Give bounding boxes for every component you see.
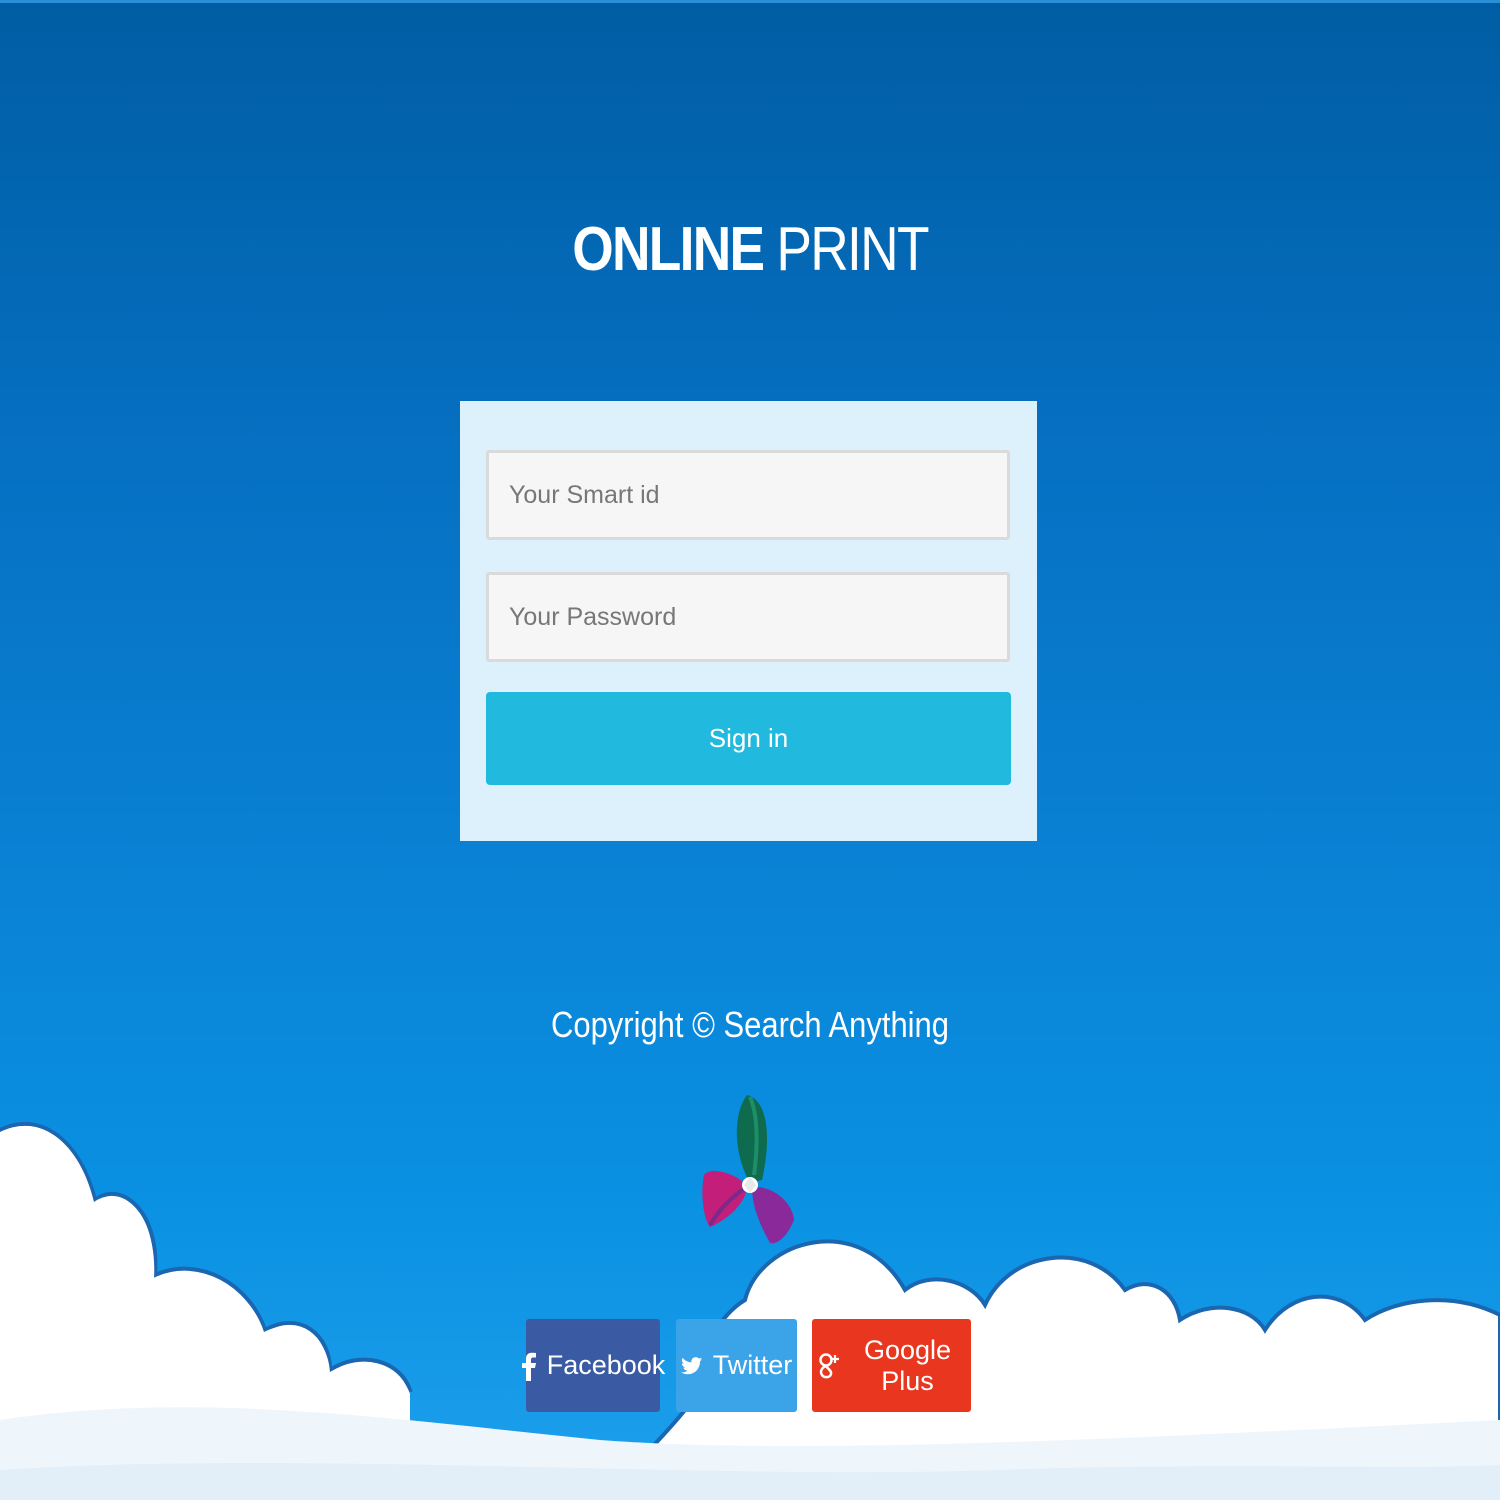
copyright-text: Copyright © Search Anything xyxy=(551,1004,949,1045)
smart-id-input[interactable] xyxy=(486,450,1010,540)
app-title-bold: ONLINE xyxy=(572,215,765,284)
google-plus-label: Google Plus xyxy=(863,1334,952,1396)
facebook-icon xyxy=(521,1351,537,1381)
facebook-label: Facebook xyxy=(546,1350,666,1380)
login-card: Sign in xyxy=(460,401,1037,841)
app-title-light: PRINT xyxy=(776,215,929,284)
twitter-label: Twitter xyxy=(712,1350,793,1380)
sign-in-button[interactable]: Sign in xyxy=(486,692,1011,785)
app-title: ONLINE PRINT xyxy=(105,212,1395,288)
pinwheel-logo-icon xyxy=(702,1095,794,1244)
twitter-icon xyxy=(680,1356,703,1376)
twitter-button[interactable]: Twitter xyxy=(676,1319,797,1412)
google-plus-icon xyxy=(818,1352,840,1380)
password-input[interactable] xyxy=(486,572,1010,662)
top-strip xyxy=(0,0,1500,3)
facebook-button[interactable]: Facebook xyxy=(521,1319,665,1412)
google-plus-button[interactable]: Google Plus xyxy=(812,1319,971,1412)
